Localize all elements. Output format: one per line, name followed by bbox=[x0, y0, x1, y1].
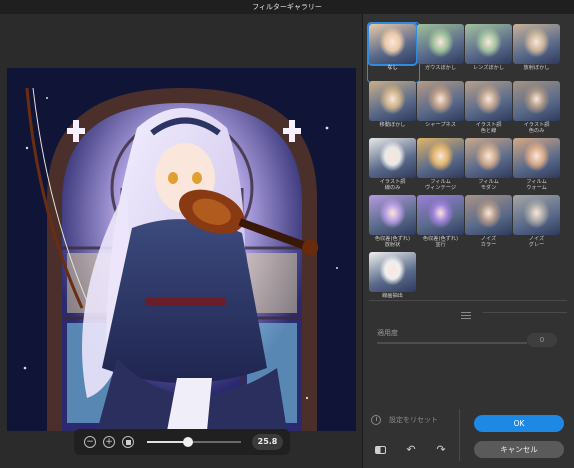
fit-screen-icon[interactable] bbox=[122, 436, 134, 448]
filter-panel: なし ガウスぼかし レンズぼかし 放射ぼかし 移動ぼかし シャープネス イラスト調 色と線イ… bbox=[363, 14, 574, 468]
undo-icon[interactable]: ↶ bbox=[405, 444, 417, 456]
filter-item[interactable]: 色収差(色ずれ) 放射状 bbox=[369, 195, 416, 250]
filter-item[interactable]: ノイズ カラー bbox=[465, 195, 512, 250]
filter-thumbnail bbox=[465, 24, 512, 64]
separator bbox=[483, 312, 567, 313]
separator bbox=[369, 300, 567, 301]
filter-item[interactable]: フィルム ヴィンテージ bbox=[417, 138, 464, 193]
filter-label: 色収差(色ずれ) 並行 bbox=[422, 236, 459, 249]
opacity-slider[interactable] bbox=[377, 342, 527, 344]
filter-label: 色収差(色ずれ) 放射状 bbox=[374, 236, 411, 249]
filter-label: イラスト調 色と線 bbox=[475, 122, 502, 135]
cancel-button[interactable]: キャンセル bbox=[474, 441, 564, 458]
filter-label: 移動ぼかし bbox=[379, 122, 406, 128]
filter-item[interactable]: 色収差(色ずれ) 並行 bbox=[417, 195, 464, 250]
filter-item[interactable]: シャープネス bbox=[417, 81, 464, 136]
filter-label: 放射ぼかし bbox=[523, 65, 550, 71]
zoom-value[interactable]: 25.8 bbox=[252, 434, 283, 450]
filter-item[interactable]: イラスト調 色のみ bbox=[513, 81, 560, 136]
filter-item[interactable]: ノイズ グレー bbox=[513, 195, 560, 250]
filter-thumbnail bbox=[369, 195, 416, 235]
filter-thumbnail bbox=[465, 81, 512, 121]
zoom-toolbar: − + 25.8 bbox=[74, 429, 290, 455]
filter-thumbnail bbox=[417, 195, 464, 235]
filter-item[interactable]: なし bbox=[367, 22, 420, 83]
filter-thumbnail bbox=[417, 138, 464, 178]
filter-thumbnail bbox=[513, 24, 560, 64]
filter-thumbnail bbox=[513, 195, 560, 235]
filter-item[interactable]: ガウスぼかし bbox=[417, 24, 464, 79]
reset-button[interactable]: 設定をリセット bbox=[371, 415, 438, 427]
filter-item[interactable]: レンズぼかし bbox=[465, 24, 512, 79]
preview-area: − + 25.8 bbox=[0, 14, 362, 468]
filter-thumbnail bbox=[417, 24, 464, 64]
reset-icon bbox=[371, 415, 381, 425]
filter-label: イラスト調 線のみ bbox=[379, 179, 406, 192]
filter-label: ガウスぼかし bbox=[424, 65, 457, 71]
filter-item[interactable]: イラスト調 色と線 bbox=[465, 81, 512, 136]
opacity-label: 適用度 bbox=[377, 329, 398, 337]
filter-item[interactable]: 線画抽出 bbox=[369, 252, 416, 307]
filter-label: シャープネス bbox=[425, 122, 456, 128]
redo-icon[interactable]: ↷ bbox=[435, 444, 447, 456]
preview-image bbox=[7, 68, 356, 431]
filter-label: レンズぼかし bbox=[472, 65, 505, 71]
separator bbox=[459, 409, 460, 461]
filter-thumbnail bbox=[367, 22, 418, 66]
filter-label: 線画抽出 bbox=[382, 293, 403, 299]
filter-thumbnail bbox=[417, 81, 464, 121]
filter-item[interactable]: 移動ぼかし bbox=[369, 81, 416, 136]
filter-thumbnail bbox=[465, 195, 512, 235]
filter-label: ノイズ カラー bbox=[480, 236, 497, 249]
filter-thumbnail bbox=[465, 138, 512, 178]
filter-thumbnail bbox=[369, 138, 416, 178]
reset-label: 設定をリセット bbox=[389, 416, 438, 424]
zoom-out-icon[interactable]: − bbox=[84, 436, 96, 448]
filter-label: フィルム モダン bbox=[478, 179, 499, 192]
zoom-slider[interactable] bbox=[147, 437, 241, 447]
zoom-slider-handle[interactable] bbox=[183, 437, 194, 447]
filter-item[interactable]: 放射ぼかし bbox=[513, 24, 560, 79]
filter-thumbnail bbox=[369, 81, 416, 121]
filter-label: なし bbox=[387, 65, 398, 71]
window-title: フィルターギャラリー bbox=[0, 0, 574, 14]
filter-item[interactable]: イラスト調 線のみ bbox=[369, 138, 416, 193]
filter-item[interactable]: フィルム ウォーム bbox=[513, 138, 560, 193]
compare-icon[interactable] bbox=[375, 444, 387, 456]
ok-button[interactable]: OK bbox=[474, 415, 564, 432]
filter-label: フィルム ヴィンテージ bbox=[424, 179, 457, 192]
filter-label: イラスト調 色のみ bbox=[523, 122, 550, 135]
filter-label: ノイズ グレー bbox=[528, 236, 545, 249]
filter-thumbnail bbox=[513, 81, 560, 121]
zoom-slider-fill bbox=[147, 441, 189, 443]
opacity-value[interactable]: 0 bbox=[527, 333, 557, 347]
filter-label: フィルム ウォーム bbox=[526, 179, 547, 192]
zoom-in-icon[interactable]: + bbox=[103, 436, 115, 448]
filter-item[interactable]: フィルム モダン bbox=[465, 138, 512, 193]
filter-thumbnail bbox=[513, 138, 560, 178]
resize-handle-icon[interactable] bbox=[461, 312, 471, 321]
filter-thumbnail bbox=[369, 252, 416, 292]
